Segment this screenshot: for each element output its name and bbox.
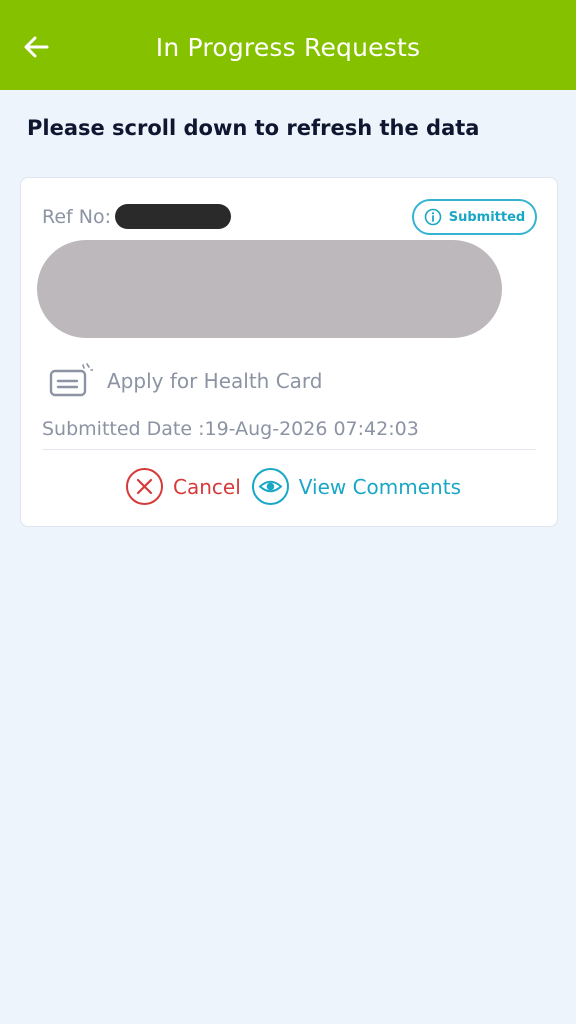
applicant-name-redacted — [37, 240, 502, 338]
status-badge: Submitted — [412, 199, 537, 235]
cancel-label: Cancel — [173, 474, 241, 499]
view-comments-label: View Comments — [298, 474, 461, 499]
cancel-button[interactable]: Cancel — [125, 467, 241, 506]
close-circle-icon — [126, 468, 163, 505]
eye-icon — [251, 468, 289, 505]
refresh-hint: Please scroll down to refresh the data — [27, 116, 480, 140]
app-bar: In Progress Requests — [0, 0, 576, 90]
status-badge-label: Submitted — [448, 209, 526, 225]
request-card[interactable]: Ref No: Submitted Apply for Health Card … — [20, 177, 558, 527]
info-icon — [424, 208, 442, 226]
divider — [42, 449, 536, 450]
card-icon — [49, 363, 93, 397]
card-actions: Cancel View Comments — [125, 467, 461, 506]
page-title: In Progress Requests — [155, 32, 421, 62]
ref-no-label: Ref No: — [42, 206, 112, 228]
service-name: Apply for Health Card — [107, 369, 323, 393]
view-comments-button[interactable]: View Comments — [251, 467, 461, 506]
arrow-left-icon[interactable] — [22, 33, 50, 61]
submitted-date: Submitted Date :19-Aug-2026 07:42:03 — [42, 418, 419, 440]
ref-no-redacted — [115, 204, 231, 229]
service-row: Apply for Health Card — [49, 363, 323, 399]
